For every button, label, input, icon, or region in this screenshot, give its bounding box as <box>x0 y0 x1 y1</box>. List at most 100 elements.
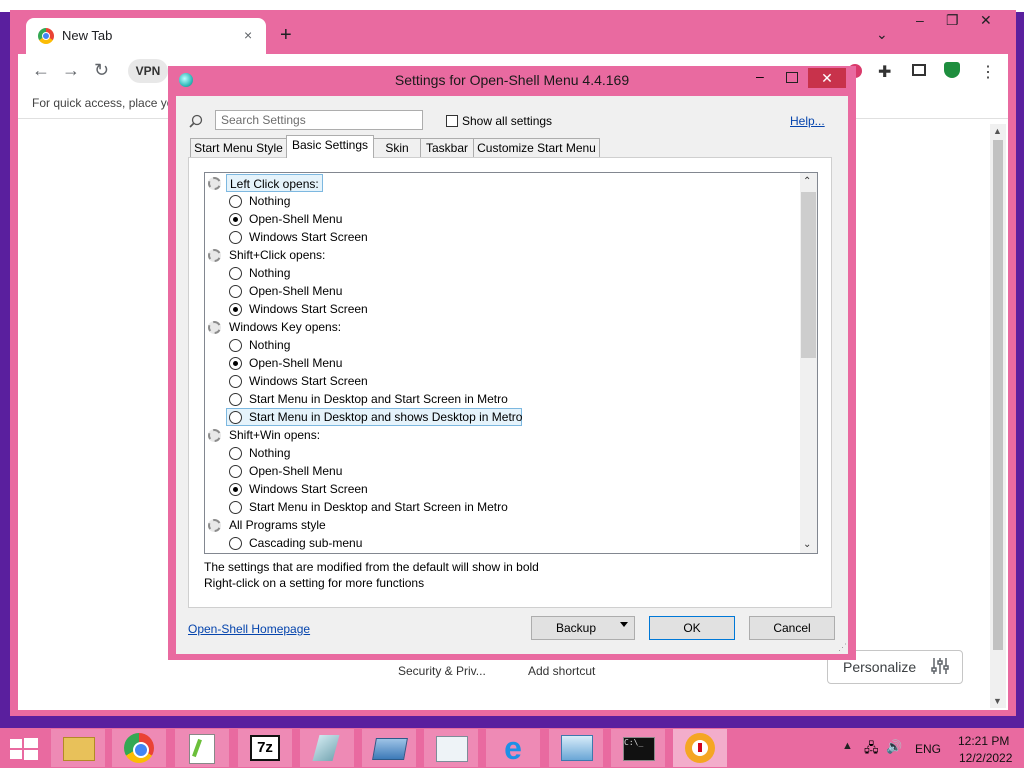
radio-label[interactable]: Open-Shell Menu <box>249 282 342 300</box>
cancel-button[interactable]: Cancel <box>749 616 835 640</box>
radio-label[interactable]: Start Menu in Desktop and Start Screen i… <box>249 390 508 408</box>
radio-label[interactable]: Windows Start Screen <box>249 300 368 318</box>
dialog-close-button[interactable]: ✕ <box>808 68 846 88</box>
radio-button[interactable] <box>229 375 242 388</box>
page-scroll-down-icon[interactable]: ▼ <box>993 696 1002 706</box>
radio-button[interactable] <box>229 339 242 352</box>
radio-label[interactable]: Windows Start Screen <box>249 372 368 390</box>
radio-label[interactable]: Cascading sub-menu <box>249 534 362 552</box>
taskbar-internet-explorer[interactable]: e <box>486 729 540 767</box>
radio-label[interactable]: Windows Start Screen <box>249 228 368 246</box>
radio-label[interactable]: Nothing <box>249 264 290 282</box>
radio-button[interactable] <box>229 195 242 208</box>
radio-button[interactable] <box>229 465 242 478</box>
shortcut-security[interactable]: Security & Priv... <box>398 664 486 678</box>
radio-button[interactable] <box>229 231 242 244</box>
page-scroll-up-icon[interactable]: ▲ <box>993 126 1002 136</box>
dialog-minimize-button[interactable]: – <box>756 68 764 84</box>
radio-button[interactable] <box>229 267 242 280</box>
radio-label[interactable]: Nothing <box>249 192 290 210</box>
resize-grip-icon[interactable]: ⋰ <box>838 642 847 653</box>
taskbar-task-manager[interactable] <box>424 729 478 767</box>
show-all-settings-label[interactable]: Show all settings <box>462 114 552 128</box>
side-panel-icon[interactable] <box>912 64 926 76</box>
radio-label[interactable]: Start Menu in Desktop and shows Desktop … <box>249 408 522 426</box>
setting-group-all-programs-style[interactable]: All Programs style <box>229 516 326 534</box>
radio-label[interactable]: Nothing <box>249 444 290 462</box>
radio-button[interactable] <box>229 537 242 550</box>
taskbar-remote-desktop[interactable] <box>362 729 416 767</box>
tray-overflow-icon[interactable]: ▲ <box>842 740 853 752</box>
scroll-up-icon[interactable]: ⌃ <box>803 176 811 187</box>
forward-button[interactable]: → <box>62 60 80 81</box>
tab-close-icon[interactable]: × <box>244 27 252 43</box>
browser-menu-icon[interactable]: ⋮ <box>980 62 996 82</box>
taskbar-notepad-plus[interactable] <box>175 729 229 767</box>
windows-start-icon[interactable] <box>10 738 38 760</box>
browser-close-button[interactable]: ✕ <box>980 12 992 29</box>
radio-label[interactable]: Windows Start Screen <box>249 480 368 498</box>
page-scroll-thumb[interactable] <box>993 140 1003 650</box>
radio-label[interactable]: Open-Shell Menu <box>249 210 342 228</box>
radio-button[interactable] <box>229 483 242 496</box>
tab-start-menu-style[interactable]: Start Menu Style <box>190 138 287 157</box>
shortcut-add[interactable]: Add shortcut <box>528 664 595 678</box>
taskbar-control-panel[interactable] <box>549 729 603 767</box>
radio-button[interactable] <box>229 285 242 298</box>
taskbar-eraser[interactable] <box>300 729 354 767</box>
radio-button[interactable] <box>229 411 242 424</box>
shield-extension-icon[interactable] <box>944 62 960 78</box>
notepad-icon <box>189 734 215 764</box>
backup-button[interactable]: Backup <box>531 616 635 640</box>
show-all-settings-checkbox[interactable] <box>446 115 458 127</box>
radio-label[interactable]: Start Menu in Desktop and Start Screen i… <box>249 498 508 516</box>
task-manager-icon <box>436 736 468 762</box>
taskbar-chrome[interactable] <box>112 729 166 767</box>
language-indicator[interactable]: ENG <box>915 742 941 756</box>
tab-basic-settings[interactable]: Basic Settings <box>286 135 374 158</box>
list-scroll-thumb[interactable] <box>801 192 816 358</box>
taskbar-open-shell[interactable] <box>673 729 727 767</box>
scroll-down-icon[interactable]: ⌄ <box>803 539 811 550</box>
browser-maximize-button[interactable]: ❐ <box>946 12 959 29</box>
radio-label[interactable]: Nothing <box>249 336 290 354</box>
clock-date[interactable]: 12/2/2022 <box>959 751 1012 765</box>
extensions-puzzle-icon[interactable]: ✚ <box>878 62 891 82</box>
dialog-maximize-button[interactable] <box>786 72 798 83</box>
search-placeholder: Search Settings <box>221 113 306 127</box>
open-shell-homepage-link[interactable]: Open-Shell Homepage <box>188 622 310 636</box>
radio-button[interactable] <box>229 501 242 514</box>
back-button[interactable]: ← <box>32 60 50 81</box>
open-shell-keyhole-icon <box>698 743 702 752</box>
setting-gear-icon <box>208 321 221 334</box>
network-icon[interactable]: 🖧 <box>864 739 879 761</box>
setting-gear-icon <box>208 249 221 262</box>
taskbar-command-prompt[interactable]: C:\_ <box>611 729 665 767</box>
tab-search-icon[interactable]: ⌄ <box>876 26 888 43</box>
browser-minimize-button[interactable]: – <box>916 12 924 28</box>
radio-label[interactable]: Open-Shell Menu <box>249 354 342 372</box>
radio-label[interactable]: Open-Shell Menu <box>249 462 342 480</box>
vpn-badge[interactable]: VPN <box>128 59 168 83</box>
volume-icon[interactable]: 🔊 <box>886 739 902 755</box>
clock-time[interactable]: 12:21 PM <box>958 734 1009 748</box>
setting-group-shift-win[interactable]: Shift+Win opens: <box>229 426 320 444</box>
eraser-icon <box>312 735 340 761</box>
taskbar-7zip[interactable]: 7z <box>238 729 292 767</box>
new-tab-button[interactable]: + <box>280 24 292 47</box>
radio-button[interactable] <box>229 213 242 226</box>
setting-group-windows-key[interactable]: Windows Key opens: <box>229 318 341 336</box>
tab-skin[interactable]: Skin <box>373 138 421 157</box>
setting-group-shift-click[interactable]: Shift+Click opens: <box>229 246 325 264</box>
radio-button[interactable] <box>229 357 242 370</box>
tab-customize-start-menu[interactable]: Customize Start Menu <box>473 138 600 157</box>
radio-button[interactable] <box>229 393 242 406</box>
ok-button[interactable]: OK <box>649 616 735 640</box>
help-link[interactable]: Help... <box>790 114 825 128</box>
setting-group-left-click[interactable]: Left Click opens: <box>226 174 323 192</box>
radio-button[interactable] <box>229 447 242 460</box>
tab-taskbar[interactable]: Taskbar <box>420 138 474 157</box>
reload-button[interactable]: ↻ <box>94 60 109 81</box>
radio-button[interactable] <box>229 303 242 316</box>
taskbar-file-explorer[interactable] <box>51 729 105 767</box>
